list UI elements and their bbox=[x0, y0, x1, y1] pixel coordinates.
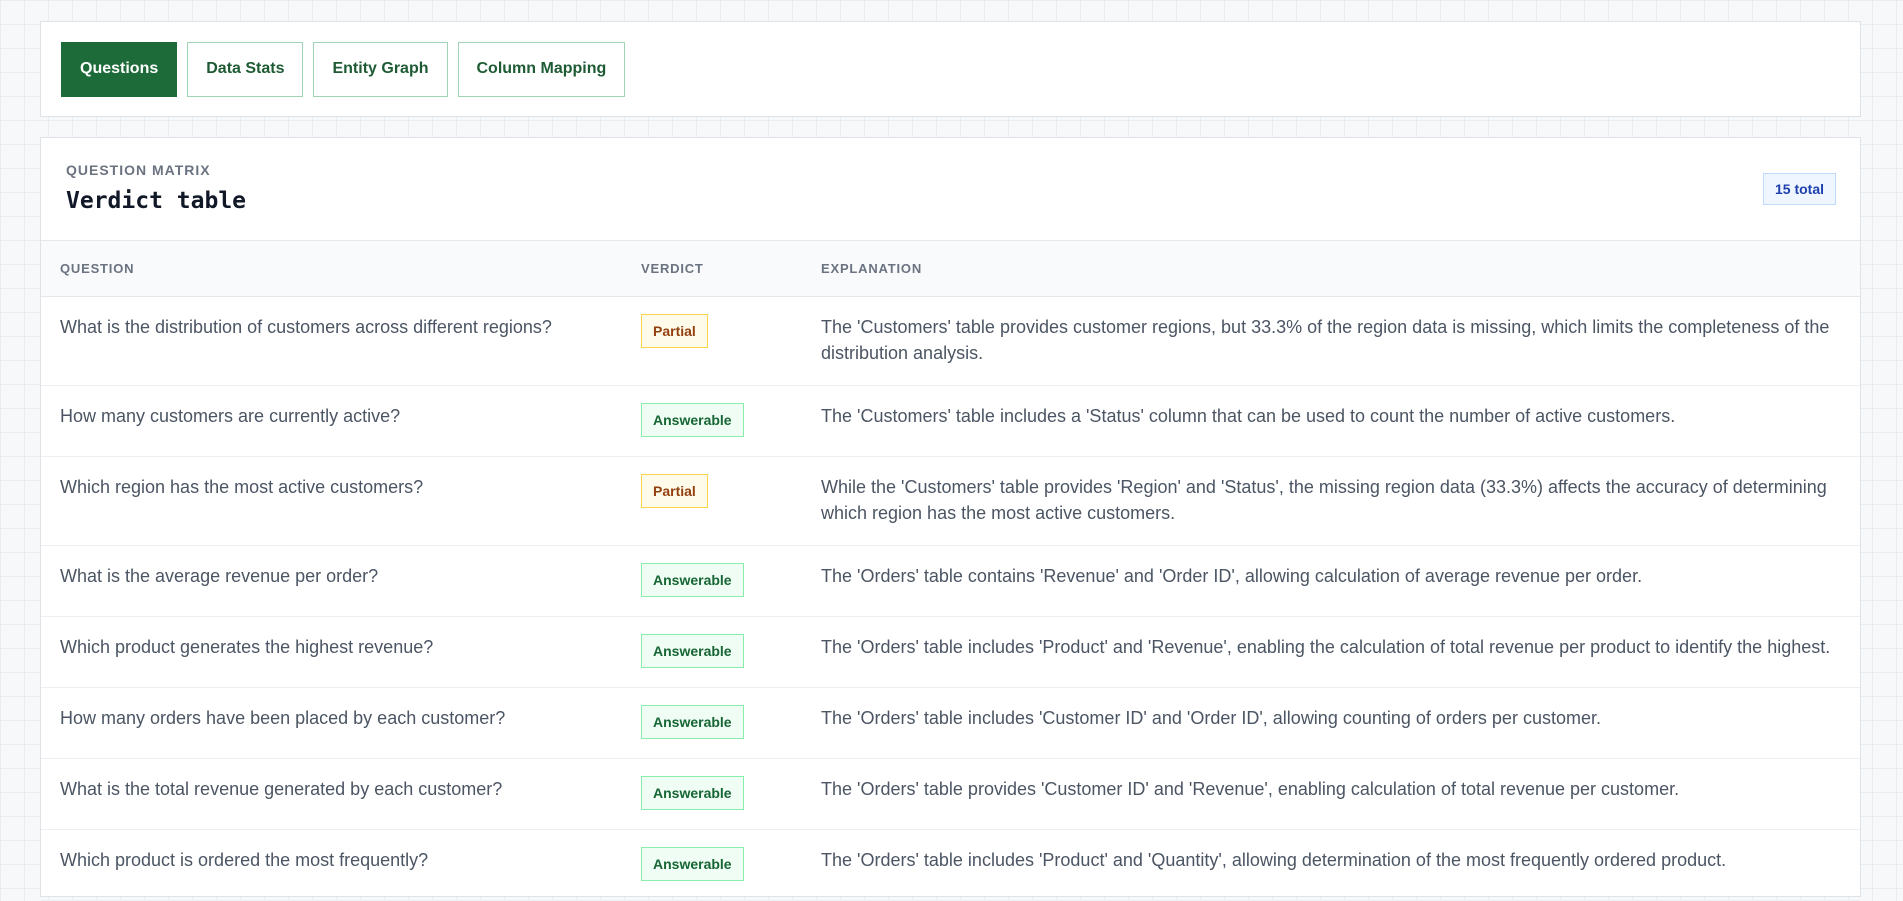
verdict-cell: Answerable bbox=[622, 687, 802, 759]
question-cell: What is the total revenue generated by e… bbox=[41, 758, 622, 830]
verdict-badge: Answerable bbox=[641, 776, 744, 810]
verdict-cell: Answerable bbox=[622, 545, 802, 617]
table-row: What is the distribution of customers ac… bbox=[41, 296, 1860, 386]
question-matrix-panel: QUESTION MATRIX Verdict table 15 total Q… bbox=[40, 137, 1861, 901]
question-cell: How many orders have been placed by each… bbox=[41, 687, 622, 759]
panel-header: QUESTION MATRIX Verdict table 15 total bbox=[41, 138, 1860, 240]
verdict-badge: Answerable bbox=[641, 705, 744, 739]
verdict-badge: Answerable bbox=[641, 634, 744, 668]
verdict-badge: Partial bbox=[641, 474, 708, 508]
table-row: What is the average revenue per order? An… bbox=[41, 545, 1860, 617]
explanation-cell: The 'Orders' table includes 'Customer ID… bbox=[802, 687, 1860, 759]
explanation-cell: While the 'Customers' table provides 'Re… bbox=[802, 456, 1860, 546]
table-body: What is the distribution of customers ac… bbox=[41, 296, 1860, 901]
verdict-cell: Partial bbox=[622, 456, 802, 546]
tab-bar: Questions Data Stats Entity Graph Column… bbox=[40, 21, 1861, 117]
explanation-cell: The 'Orders' table provides 'Customer ID… bbox=[802, 758, 1860, 830]
question-cell: Which product generates the highest reve… bbox=[41, 616, 622, 688]
verdict-cell: Partial bbox=[622, 296, 802, 386]
question-cell: Which product is ordered the most freque… bbox=[41, 829, 622, 901]
tab-column-mapping[interactable]: Column Mapping bbox=[457, 41, 626, 97]
verdict-cell: Answerable bbox=[622, 758, 802, 830]
verdict-badge: Partial bbox=[641, 314, 708, 348]
verdict-table: QUESTION VERDICT EXPLANATION What is the… bbox=[41, 240, 1860, 901]
verdict-cell: Answerable bbox=[622, 616, 802, 688]
verdict-badge: Answerable bbox=[641, 563, 744, 597]
tab-data-stats[interactable]: Data Stats bbox=[187, 41, 304, 97]
verdict-badge: Answerable bbox=[641, 403, 744, 437]
question-cell: What is the distribution of customers ac… bbox=[41, 296, 622, 386]
table-header-row: QUESTION VERDICT EXPLANATION bbox=[41, 240, 1860, 297]
panel-eyebrow: QUESTION MATRIX bbox=[66, 162, 211, 178]
tab-questions[interactable]: Questions bbox=[61, 41, 178, 97]
question-cell: Which region has the most active custome… bbox=[41, 456, 622, 546]
table-row: How many orders have been placed by each… bbox=[41, 687, 1860, 759]
verdict-badge: Answerable bbox=[641, 847, 744, 881]
table-row: Which product generates the highest reve… bbox=[41, 616, 1860, 688]
question-cell: How many customers are currently active? bbox=[41, 385, 622, 457]
explanation-cell: The 'Customers' table includes a 'Status… bbox=[802, 385, 1860, 457]
explanation-cell: The 'Orders' table contains 'Revenue' an… bbox=[802, 545, 1860, 617]
column-header-explanation: EXPLANATION bbox=[802, 240, 1860, 297]
column-header-verdict: VERDICT bbox=[622, 240, 802, 297]
table-row: Which product is ordered the most freque… bbox=[41, 829, 1860, 901]
explanation-cell: The 'Customers' table provides customer … bbox=[802, 296, 1860, 386]
table-row: What is the total revenue generated by e… bbox=[41, 758, 1860, 830]
tab-entity-graph[interactable]: Entity Graph bbox=[313, 41, 448, 97]
explanation-cell: The 'Orders' table includes 'Product' an… bbox=[802, 829, 1860, 901]
count-badge: 15 total bbox=[1762, 173, 1836, 205]
verdict-cell: Answerable bbox=[622, 385, 802, 457]
column-header-question: QUESTION bbox=[41, 240, 622, 297]
question-cell: What is the average revenue per order? bbox=[41, 545, 622, 617]
explanation-cell: The 'Orders' table includes 'Product' an… bbox=[802, 616, 1860, 688]
table-row: How many customers are currently active?… bbox=[41, 385, 1860, 457]
table-row: Which region has the most active custome… bbox=[41, 456, 1860, 546]
verdict-cell: Answerable bbox=[622, 829, 802, 901]
page-title: Verdict table bbox=[66, 188, 247, 214]
